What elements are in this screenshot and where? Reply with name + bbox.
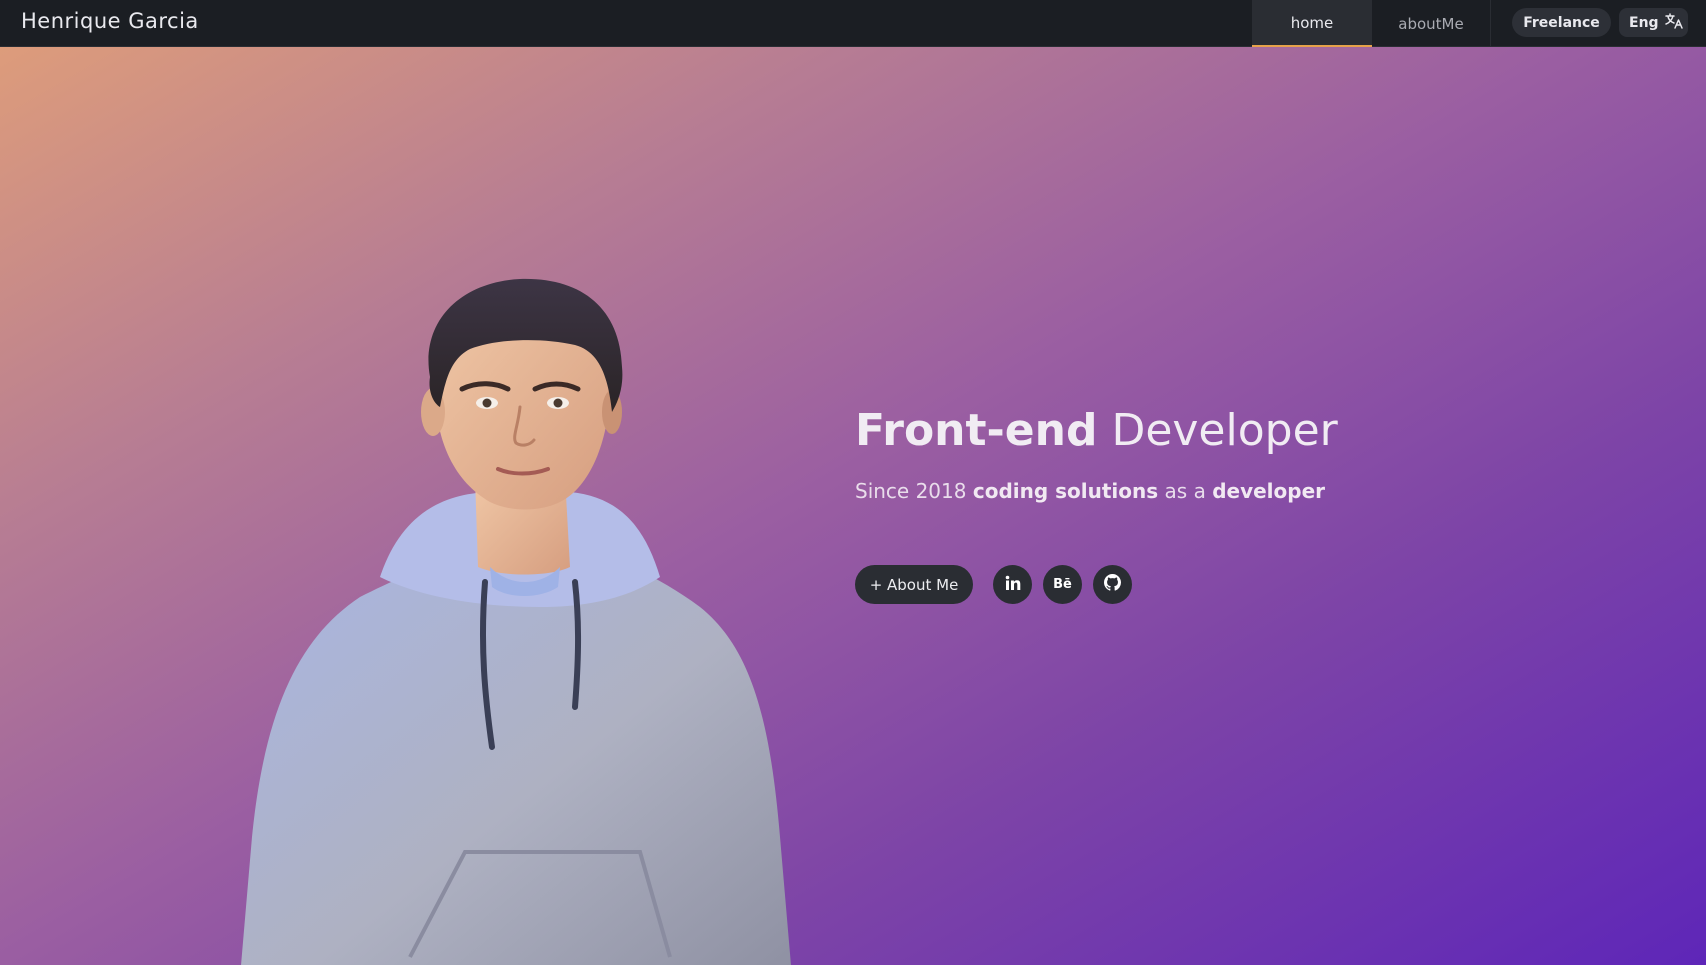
hero-subtitle: Since 2018 coding solutions as a develop… xyxy=(855,479,1325,503)
language-switcher[interactable]: Eng xyxy=(1619,8,1688,37)
translate-icon xyxy=(1664,12,1683,33)
behance-button[interactable]: Bē xyxy=(1043,565,1082,604)
language-label: Eng xyxy=(1629,14,1659,31)
linkedin-icon xyxy=(1005,575,1021,595)
nav-divider xyxy=(1490,0,1491,47)
github-button[interactable] xyxy=(1093,565,1132,604)
freelance-button[interactable]: Freelance xyxy=(1512,8,1611,37)
subtitle-part-2: coding solutions xyxy=(972,479,1159,503)
freelance-label: Freelance xyxy=(1523,14,1600,31)
subtitle-part-1: Since 2018 xyxy=(855,479,973,503)
about-me-button[interactable]: + About Me xyxy=(855,565,973,604)
linkedin-button[interactable] xyxy=(993,565,1032,604)
hero-title-light: Developer xyxy=(1097,405,1338,456)
github-icon xyxy=(1104,574,1121,595)
hero-section: Front-end Developer Since 2018 coding so… xyxy=(0,47,1706,965)
behance-icon: Bē xyxy=(1053,577,1072,592)
nav-tab-home[interactable]: home xyxy=(1252,0,1372,47)
brand-name[interactable]: Henrique Garcia xyxy=(21,9,199,33)
hero-title-bold: Front-end xyxy=(855,405,1098,456)
top-navbar: Henrique Garcia home aboutMe Freelance E… xyxy=(0,0,1706,47)
hero-title: Front-end Developer xyxy=(855,405,1338,456)
avatar-illustration xyxy=(241,278,791,965)
nav-tab-about-me[interactable]: aboutMe xyxy=(1372,0,1490,47)
subtitle-part-3: as a xyxy=(1158,479,1213,503)
subtitle-part-4: developer xyxy=(1212,479,1326,503)
